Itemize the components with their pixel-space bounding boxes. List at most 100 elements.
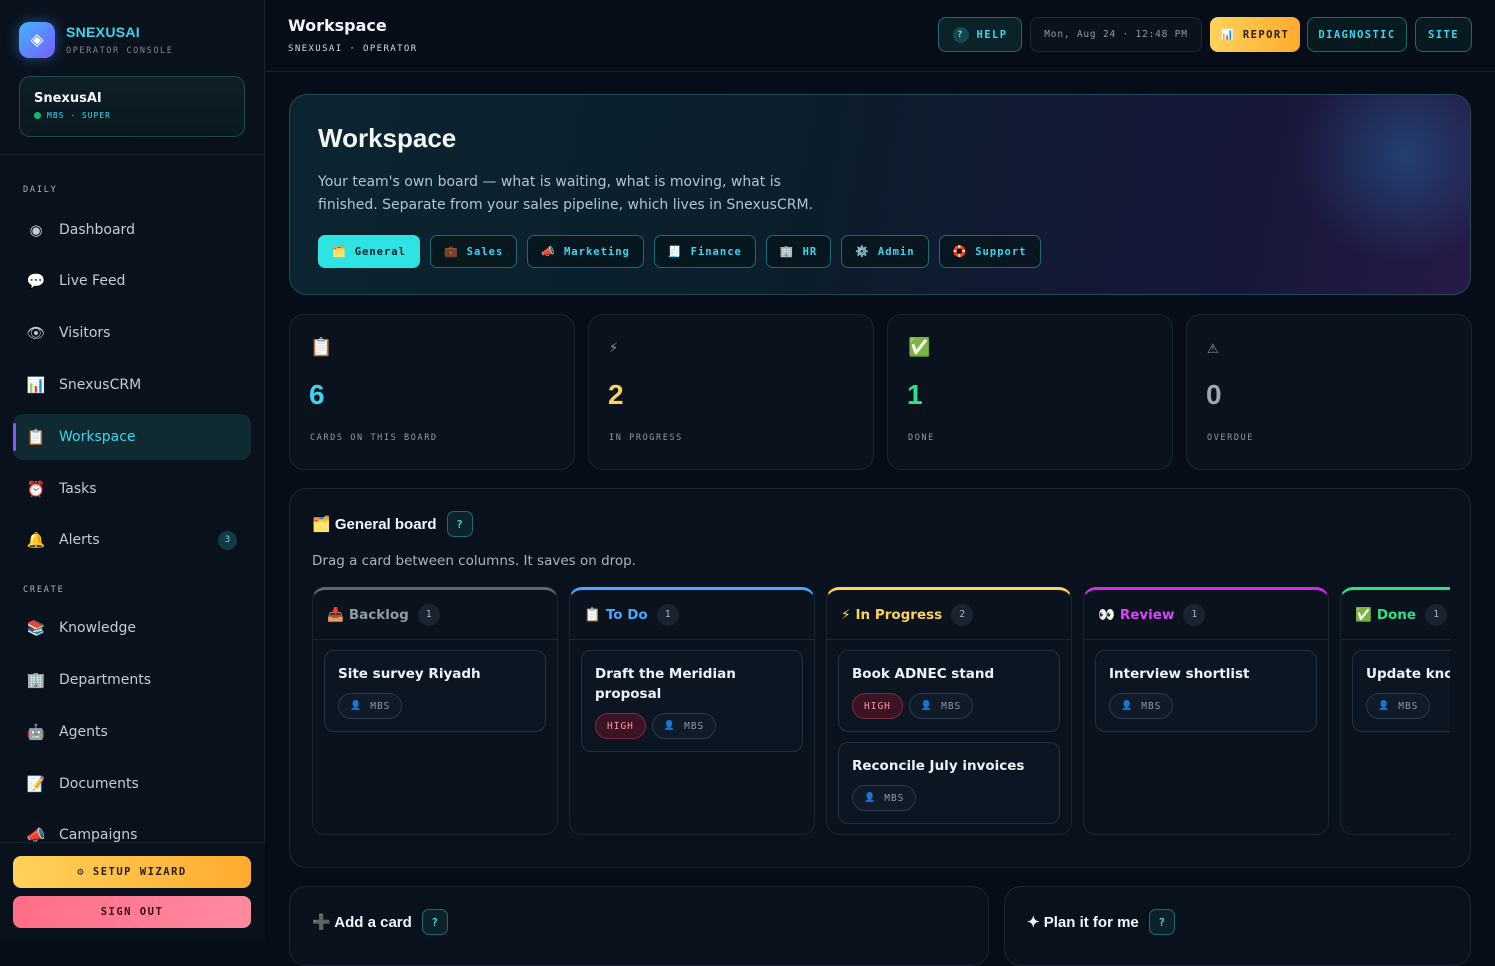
add-card-help-button[interactable]: ?: [421, 909, 448, 935]
sidebar-item-dashboard[interactable]: ◉ Dashboard: [13, 207, 251, 253]
briefcase-icon: 💼: [443, 245, 459, 258]
assignee-label: MBS: [1398, 700, 1419, 712]
sidebar-item-alerts[interactable]: 🔔 Alerts 3: [13, 517, 251, 563]
site-button[interactable]: SITE: [1415, 17, 1472, 52]
page-title: Workspace: [288, 16, 387, 35]
card-title: Interview shortlist: [1109, 666, 1250, 682]
help-label: HELP: [976, 28, 1008, 41]
column-header: 📋 To Do 1: [570, 590, 814, 640]
sidebar-item-label: Agents: [59, 724, 108, 740]
column-backlog[interactable]: 📥 Backlog 1 Site survey Riyadh 👤 MBS: [312, 587, 558, 835]
sidebar-item-label: Dashboard: [59, 222, 135, 238]
brand[interactable]: ◈ SNEXUSAI OPERATOR CONSOLE: [19, 22, 173, 58]
assignee-tag: 👤 MBS: [1109, 693, 1174, 719]
alarm-clock-icon: ⏰: [26, 480, 46, 498]
board-scroll-mask: [1450, 587, 1470, 847]
assignee-tag: 👤 MBS: [1366, 693, 1431, 719]
column-header: 👀 Review 1: [1084, 590, 1328, 640]
plan-it-panel: ✦ Plan it for me ?: [1004, 886, 1471, 966]
user-icon: 👤: [663, 721, 677, 731]
tab-finance[interactable]: 🧾 Finance: [653, 235, 756, 268]
sidebar-item-label: Live Feed: [59, 273, 126, 289]
column-name: In Progress: [855, 606, 943, 623]
sidebar-item-live-feed[interactable]: 💬 Live Feed: [13, 258, 251, 304]
stat-card-done: ✅ 1 DONE: [887, 314, 1173, 470]
sign-out-button[interactable]: SIGN OUT: [13, 896, 251, 928]
kanban-card[interactable]: Book ADNEC stand HIGH 👤 MBS: [838, 650, 1060, 732]
tab-hr[interactable]: 🏢 HR: [765, 235, 832, 268]
tab-label: HR: [802, 245, 818, 258]
chat-icon: 💬: [26, 272, 46, 290]
tab-label: Marketing: [563, 245, 630, 258]
column-header: ⚡ In Progress 2: [827, 590, 1071, 640]
breadcrumb: SNEXUSAI · OPERATOR: [288, 44, 418, 54]
sidebar-item-documents[interactable]: 📝 Documents: [13, 761, 251, 807]
sidebar-item-departments[interactable]: 🏢 Departments: [13, 657, 251, 703]
lifebuoy-icon: 🛟: [952, 245, 968, 258]
clipboard-icon: 📋: [584, 606, 601, 623]
report-button[interactable]: 📊 REPORT: [1210, 17, 1300, 52]
plan-help-button[interactable]: ?: [1148, 909, 1175, 935]
help-button[interactable]: ? HELP: [938, 17, 1022, 52]
tab-label: Support: [975, 245, 1027, 258]
sidebar-item-label: Workspace: [59, 429, 136, 445]
warning-icon: ⚠: [1207, 342, 1219, 357]
card-title: Draft the Meridian proposal: [595, 666, 736, 702]
column-name: Done: [1376, 606, 1417, 623]
eye-icon: 👁: [26, 324, 46, 342]
org-name: SnexusAI: [34, 91, 102, 106]
tab-label: General: [354, 245, 406, 258]
tab-sales[interactable]: 💼 Sales: [429, 235, 518, 268]
diagnostic-button[interactable]: DIAGNOSTIC: [1307, 17, 1407, 52]
kanban-card[interactable]: Draft the Meridian proposal HIGH 👤 MBS: [581, 650, 803, 752]
setup-wizard-button[interactable]: ⚙ SETUP WIZARD: [13, 856, 251, 888]
clipboard-icon: 📋: [310, 337, 333, 358]
stat-value: 0: [1206, 379, 1222, 410]
board-title: 🗂️ General board ?: [312, 511, 473, 537]
sidebar-item-label: Campaigns: [59, 827, 138, 843]
alerts-count-badge: 3: [218, 530, 237, 550]
bell-icon: 🔔: [26, 531, 46, 549]
stat-label: DONE: [908, 433, 935, 443]
sidebar-item-knowledge[interactable]: 📚 Knowledge: [13, 605, 251, 651]
workspace-hero: Workspace Your team's own board — what i…: [289, 94, 1471, 295]
card-title: Book ADNEC stand: [852, 666, 995, 682]
building-icon: 🏢: [779, 245, 795, 258]
tab-support[interactable]: 🛟 Support: [938, 235, 1041, 268]
user-icon: 👤: [864, 793, 877, 803]
kanban-card[interactable]: Interview shortlist 👤 MBS: [1095, 650, 1317, 732]
org-switcher[interactable]: SnexusAI MBS · SUPER: [19, 76, 245, 137]
sidebar-item-snexuscrm[interactable]: 📊 SnexusCRM: [13, 362, 251, 408]
sidebar-footer: ⚙ SETUP WIZARD SIGN OUT: [0, 842, 265, 940]
tab-marketing[interactable]: 📣 Marketing: [527, 235, 644, 268]
inbox-icon: 📥: [327, 606, 344, 623]
panel-title: ✦ Plan it for me ?: [1027, 909, 1175, 935]
column-count: 2: [951, 603, 974, 626]
assignee-label: MBS: [884, 792, 905, 804]
sidebar-item-tasks[interactable]: ⏰ Tasks: [13, 466, 251, 512]
card-title: Site survey Riyadh: [338, 666, 481, 682]
kanban-card[interactable]: Site survey Riyadh 👤 MBS: [324, 650, 546, 732]
board-help-button[interactable]: ?: [446, 511, 473, 537]
org-meta: MBS · SUPER: [47, 111, 111, 120]
column-name: To Do: [605, 606, 648, 623]
hero-description: Your team's own board — what is waiting,…: [318, 174, 814, 213]
column-in-progress[interactable]: ⚡ In Progress 2 Book ADNEC stand HIGH 👤 M…: [826, 587, 1072, 835]
sidebar-item-agents[interactable]: 🤖 Agents: [13, 709, 251, 755]
panel-title-text: ✦ Plan it for me: [1027, 914, 1139, 931]
tab-general[interactable]: 🗂️ General: [318, 235, 420, 268]
column-review[interactable]: 👀 Review 1 Interview shortlist 👤 MBS: [1083, 587, 1329, 835]
memo-icon: 📝: [26, 775, 46, 793]
sidebar-item-workspace[interactable]: 📋 Workspace: [13, 414, 251, 460]
department-tabs: 🗂️ General 💼 Sales 📣 Marketing 🧾 Finance 🏢 HR…: [318, 235, 1051, 268]
stat-card-in-progress: ⚡ 2 IN PROGRESS: [588, 314, 874, 470]
building-icon: 🏢: [26, 671, 46, 689]
board-subtitle: Drag a card between columns. It saves on…: [312, 553, 637, 569]
priority-badge: HIGH: [852, 693, 903, 719]
tab-admin[interactable]: ⚙️ Admin: [841, 235, 929, 268]
kanban-card[interactable]: Reconcile July invoices 👤 MBS: [838, 742, 1060, 824]
column-to-do[interactable]: 📋 To Do 1 Draft the Meridian proposal HI…: [569, 587, 815, 835]
brand-name: SNEXUSAI: [66, 24, 140, 40]
sidebar-item-visitors[interactable]: 👁 Visitors: [13, 310, 251, 356]
brand-subtitle: OPERATOR CONSOLE: [66, 46, 174, 56]
